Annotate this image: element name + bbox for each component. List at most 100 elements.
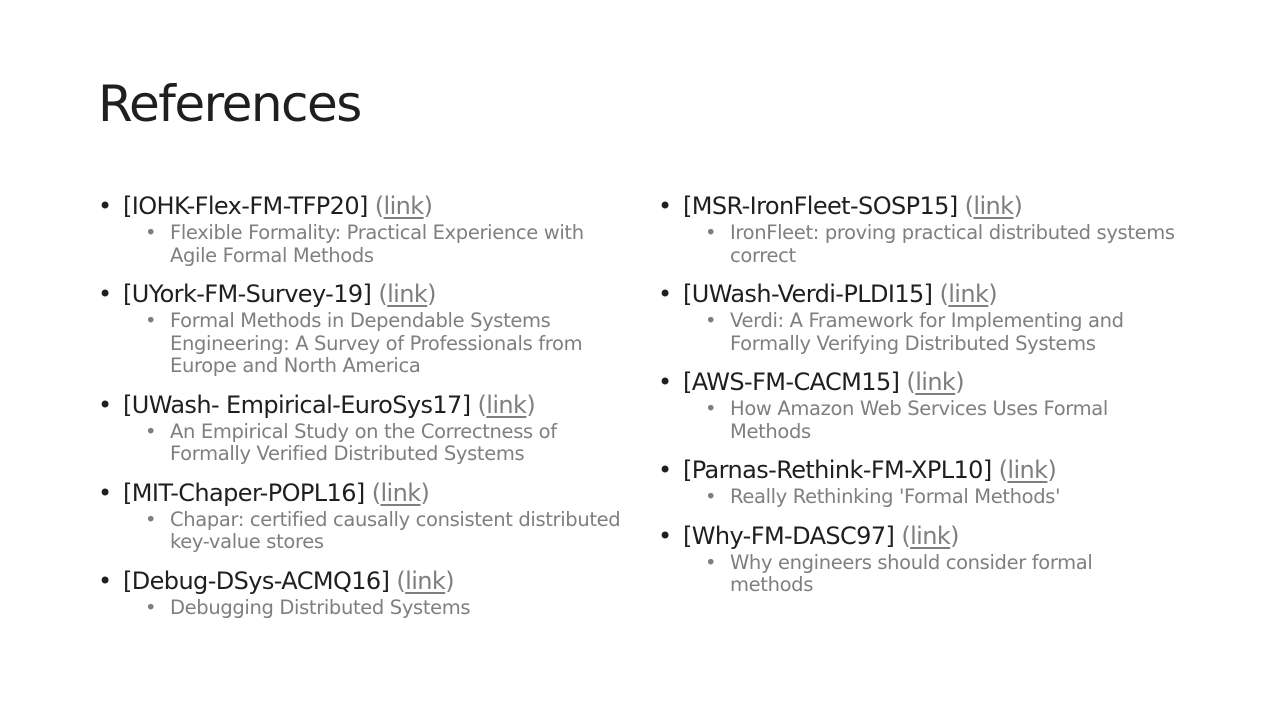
reference-heading: • [UWash- Empirical-EuroSys17] (link): [98, 389, 633, 421]
paren-open: (: [396, 566, 406, 595]
reference-link[interactable]: link: [387, 280, 428, 308]
reference-key: [Why-FM-DASC97]: [683, 521, 895, 550]
paren-close: ): [1047, 456, 1057, 484]
paren-open: (: [374, 192, 384, 220]
reference-heading: • [MSR-IronFleet-SOSP15] (link): [658, 190, 1178, 222]
reference-description: • Debugging Distributed Systems: [98, 595, 633, 620]
bullet-icon: •: [98, 478, 112, 507]
reference-heading: • [UWash-Verdi-PLDI15] (link): [658, 278, 1178, 310]
reference-item: • [Why-FM-DASC97] (link) • Why engineers…: [658, 520, 1178, 597]
bullet-icon: •: [98, 192, 112, 220]
sub-bullet-icon: •: [705, 309, 717, 332]
reference-description-text: Flexible Formality: Practical Experience…: [170, 221, 584, 267]
bullet-icon: •: [98, 390, 112, 419]
paren-close: ): [950, 521, 959, 550]
paren-close: ): [427, 280, 436, 308]
reference-description-text: Chapar: certified causally consistent di…: [170, 507, 621, 553]
reference-description: • Formal Methods in Dependable Systems E…: [98, 309, 633, 378]
paren-open: (: [477, 390, 487, 419]
slide: References • [IOHK-Flex-FM-TFP20] (link)…: [0, 0, 1280, 720]
reference-heading: • [Parnas-Rethink-FM-XPL10] (link): [658, 454, 1178, 486]
paren-close: ): [445, 566, 454, 595]
paren-close: ): [526, 390, 536, 419]
reference-link[interactable]: link: [380, 479, 421, 507]
paren-close: ): [1013, 192, 1023, 220]
reference-description: • How Amazon Web Services Uses Formal Me…: [658, 397, 1178, 443]
reference-description: • Flexible Formality: Practical Experien…: [98, 221, 633, 267]
reference-heading: • [IOHK-Flex-FM-TFP20] (link): [98, 190, 633, 222]
bullet-icon: •: [98, 566, 112, 595]
reference-description-text: Verdi: A Framework for Implementing and …: [730, 309, 1124, 355]
reference-description: • Verdi: A Framework for Implementing an…: [658, 309, 1178, 355]
reference-item: • [UWash- Empirical-EuroSys17] (link) • …: [98, 389, 633, 466]
reference-description-text: How Amazon Web Services Uses Formal Meth…: [730, 397, 1108, 443]
sub-bullet-icon: •: [705, 485, 717, 508]
paren-close: ): [423, 192, 433, 220]
sub-bullet-icon: •: [145, 507, 157, 531]
reference-key: [Parnas-Rethink-FM-XPL10]: [683, 456, 992, 484]
reference-key: [MSR-IronFleet-SOSP15]: [683, 192, 958, 220]
reference-item: • [MSR-IronFleet-SOSP15] (link) • IronFl…: [658, 190, 1178, 267]
reference-link[interactable]: link: [973, 192, 1014, 220]
reference-key: [MIT-Chaper-POPL16]: [123, 478, 365, 507]
reference-heading: • [AWS-FM-CACM15] (link): [658, 366, 1178, 398]
paren-close: ): [955, 368, 964, 396]
reference-key: [UWash-Verdi-PLDI15]: [683, 280, 933, 308]
paren-open: (: [939, 280, 949, 308]
reference-item: • [Debug-DSys-ACMQ16] (link) • Debugging…: [98, 565, 633, 620]
sub-bullet-icon: •: [145, 221, 157, 244]
references-right-column: • [MSR-IronFleet-SOSP15] (link) • IronFl…: [658, 190, 1178, 608]
reference-item: • [Parnas-Rethink-FM-XPL10] (link) • Rea…: [658, 454, 1178, 509]
reference-description-text: Why engineers should consider formal met…: [730, 550, 1093, 596]
sub-bullet-icon: •: [145, 419, 157, 443]
reference-key: [UWash- Empirical-EuroSys17]: [123, 390, 471, 419]
reference-heading: • [MIT-Chaper-POPL16] (link): [98, 477, 633, 509]
bullet-icon: •: [98, 280, 112, 308]
reference-link[interactable]: link: [405, 567, 446, 595]
reference-item: • [UYork-FM-Survey-19] (link) • Formal M…: [98, 278, 633, 378]
paren-open: (: [906, 368, 916, 396]
sub-bullet-icon: •: [705, 550, 717, 574]
paren-close: ): [988, 280, 998, 308]
reference-description: • Why engineers should consider formal m…: [658, 550, 1178, 597]
sub-bullet-icon: •: [145, 309, 157, 332]
reference-heading: • [Why-FM-DASC97] (link): [658, 520, 1178, 552]
reference-item: • [UWash-Verdi-PLDI15] (link) • Verdi: A…: [658, 278, 1178, 355]
reference-link[interactable]: link: [910, 522, 951, 550]
bullet-icon: •: [658, 456, 672, 484]
paren-open: (: [901, 521, 911, 550]
reference-key: [UYork-FM-Survey-19]: [123, 280, 372, 308]
reference-item: • [IOHK-Flex-FM-TFP20] (link) • Flexible…: [98, 190, 633, 267]
reference-key: [AWS-FM-CACM15]: [683, 368, 900, 396]
reference-description-text: Formal Methods in Dependable Systems Eng…: [170, 309, 583, 377]
reference-key: [Debug-DSys-ACMQ16]: [123, 566, 390, 595]
reference-description: • An Empirical Study on the Correctness …: [98, 419, 633, 466]
bullet-icon: •: [658, 368, 672, 396]
reference-description-text: IronFleet: proving practical distributed…: [730, 221, 1175, 267]
reference-key: [IOHK-Flex-FM-TFP20]: [123, 192, 368, 220]
reference-heading: • [Debug-DSys-ACMQ16] (link): [98, 565, 633, 597]
bullet-icon: •: [658, 521, 672, 550]
slide-title: References: [98, 75, 362, 133]
reference-link[interactable]: link: [486, 391, 527, 419]
bullet-icon: •: [658, 280, 672, 308]
reference-description: • Really Rethinking 'Formal Methods': [658, 485, 1178, 509]
reference-description-text: Really Rethinking 'Formal Methods': [730, 485, 1061, 508]
paren-open: (: [378, 280, 388, 308]
sub-bullet-icon: •: [705, 397, 717, 420]
reference-description-text: An Empirical Study on the Correctness of…: [170, 419, 557, 465]
reference-item: • [MIT-Chaper-POPL16] (link) • Chapar: c…: [98, 477, 633, 554]
reference-link[interactable]: link: [384, 192, 425, 220]
sub-bullet-icon: •: [145, 595, 157, 619]
reference-link[interactable]: link: [1007, 456, 1048, 484]
reference-link[interactable]: link: [915, 368, 956, 396]
bullet-icon: •: [658, 192, 672, 220]
reference-link[interactable]: link: [948, 280, 989, 308]
paren-close: ): [420, 478, 430, 507]
reference-heading: • [UYork-FM-Survey-19] (link): [98, 278, 633, 310]
sub-bullet-icon: •: [705, 221, 717, 244]
references-left-column: • [IOHK-Flex-FM-TFP20] (link) • Flexible…: [98, 190, 633, 630]
reference-description: • Chapar: certified causally consistent …: [98, 507, 633, 554]
reference-description: • IronFleet: proving practical distribut…: [658, 221, 1178, 267]
reference-description-text: Debugging Distributed Systems: [170, 595, 471, 619]
